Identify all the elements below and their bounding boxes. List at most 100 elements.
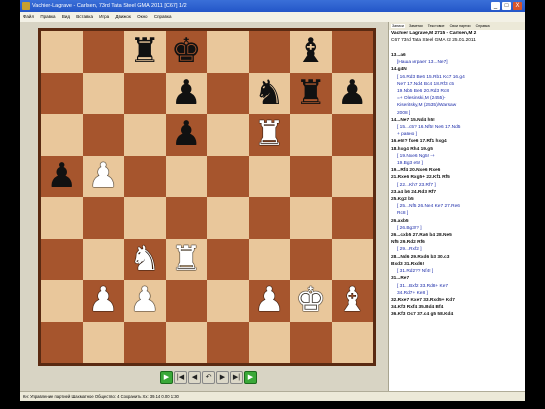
white-pawn-icon[interactable]: ♟ [124, 280, 166, 322]
variation-line[interactable]: [ 22...Kh7 23.Rf7 ] [391, 182, 525, 189]
square-b7[interactable] [82, 72, 124, 114]
black-pawn-icon[interactable]: ♟ [166, 73, 208, 115]
move-line[interactable]: 18.hxg4 Rh4 19.g5 [391, 146, 525, 153]
last-icon[interactable]: ▶| [230, 371, 243, 384]
variation-line[interactable]: + равно ] [391, 131, 525, 138]
square-c4[interactable] [124, 197, 166, 239]
move-line[interactable]: 13...a6 [391, 52, 525, 59]
variation-line[interactable]: [ 26.Bg3!? ] [391, 225, 525, 232]
move-line[interactable]: Bxd3 31.Rxd6! [391, 261, 525, 268]
menu-edit[interactable]: Правка [40, 14, 55, 19]
white-pawn-icon[interactable]: ♟ [83, 280, 125, 322]
square-d2[interactable] [165, 280, 207, 322]
square-h6[interactable] [331, 114, 373, 156]
square-g1[interactable] [290, 321, 332, 363]
move-line[interactable]: 34.Kf3 Rxf4 35.Bd4 Bf4 [391, 304, 525, 311]
menu-window[interactable]: Окно [137, 14, 147, 19]
maximize-button[interactable]: □ [502, 2, 511, 10]
move-list[interactable]: 13...a6 [Наша играет 13...Ne7] 14.g4N[ 16.… [391, 52, 525, 392]
square-b1[interactable] [82, 321, 124, 363]
square-e2[interactable] [207, 280, 249, 322]
variation-line[interactable]: [Наша играет 13...Ne7] [391, 59, 525, 66]
move-line[interactable]: 19...Rf4 20.Nxe6 Rxe6 [391, 167, 525, 174]
square-a2[interactable] [41, 280, 83, 322]
chess-board[interactable]: ♜ ♚ ♝ ♟ ♞ ♜ ♟ ♟ ♜ ♟ ♟ ♞ ♜ ♟ ♟ ♟ ♚ ♝ [38, 28, 376, 366]
square-h3[interactable] [331, 238, 373, 280]
square-a1[interactable] [41, 321, 83, 363]
variation-line[interactable]: 19.Bg3 e5! ] [391, 160, 525, 167]
variation-line[interactable]: [ 15...c5? 16.Nf5! Ne6 17.Nd5 [391, 124, 525, 131]
square-d5[interactable] [165, 155, 207, 197]
square-e1[interactable] [207, 321, 249, 363]
square-f3[interactable] [248, 238, 290, 280]
variation-line[interactable]: 2008 ] [391, 110, 525, 117]
square-e3[interactable] [207, 238, 249, 280]
square-c1[interactable] [124, 321, 166, 363]
black-rook-icon[interactable]: ♜ [290, 73, 332, 115]
prev-icon[interactable]: ◀ [188, 371, 201, 384]
menu-help[interactable]: Справка [154, 14, 172, 19]
tab-notes[interactable]: Заметки [408, 24, 424, 28]
play-end-icon[interactable]: ▶ [244, 371, 257, 384]
white-rook-icon[interactable]: ♜ [249, 114, 291, 156]
square-b6[interactable] [82, 114, 124, 156]
variation-line[interactable]: 34.Rd7+ Ke8 ] [391, 290, 525, 297]
square-b4[interactable] [82, 197, 124, 239]
variation-line[interactable]: [ 25...Nf5 26.Ne4 Ke7 27.Re6 [391, 203, 525, 210]
square-e4[interactable] [207, 197, 249, 239]
white-rook-icon[interactable]: ♜ [166, 239, 208, 281]
black-king-icon[interactable]: ♚ [166, 31, 208, 73]
square-a3[interactable] [41, 238, 83, 280]
square-e6[interactable] [207, 114, 249, 156]
variation-line[interactable]: [ 16.Rd3 Be6 15.Rb1 Kc7 16.g4 [391, 74, 525, 81]
black-pawn-icon[interactable]: ♟ [332, 73, 374, 115]
square-g6[interactable] [290, 114, 332, 156]
menu-engine[interactable]: Движок [115, 14, 130, 19]
square-g4[interactable] [290, 197, 332, 239]
square-c7[interactable] [124, 72, 166, 114]
square-a6[interactable] [41, 114, 83, 156]
move-line[interactable]: 26.axb5 [391, 218, 525, 225]
square-h1[interactable] [331, 321, 373, 363]
square-h4[interactable] [331, 197, 373, 239]
square-g3[interactable] [290, 238, 332, 280]
white-pawn-icon[interactable]: ♟ [83, 156, 125, 198]
white-bishop-icon[interactable]: ♝ [332, 280, 374, 322]
black-bishop-icon[interactable]: ♝ [290, 31, 332, 73]
square-c6[interactable] [124, 114, 166, 156]
tab-own-games[interactable]: Свои партии [449, 24, 472, 28]
square-e8[interactable] [207, 31, 249, 73]
black-rook-icon[interactable]: ♜ [124, 31, 166, 73]
square-a8[interactable] [41, 31, 83, 73]
square-c5[interactable] [124, 155, 166, 197]
play-icon[interactable]: ▶ [160, 371, 173, 384]
square-d1[interactable] [165, 321, 207, 363]
move-line[interactable]: 32.Rxe7 Kxe7 33.Rxd5+ Kd7 [391, 297, 525, 304]
variation-line[interactable]: [ 19.Nxe6 Ng5! -+ [391, 153, 525, 160]
square-b3[interactable] [82, 238, 124, 280]
black-knight-icon[interactable]: ♞ [249, 73, 291, 115]
square-e5[interactable] [207, 155, 249, 197]
move-line[interactable]: 31...Re7 [391, 275, 525, 282]
white-knight-icon[interactable]: ♞ [124, 239, 166, 281]
first-icon[interactable]: |◀ [174, 371, 187, 384]
variation-line[interactable]: Kiseritsky,M (2535)/Warsaw [391, 102, 525, 109]
move-line[interactable]: 25.Kg2 b5 [391, 196, 525, 203]
move-line[interactable]: 23.a4 b6 24.Rd3 Rf7 [391, 189, 525, 196]
undo-icon[interactable]: ↶ [202, 371, 215, 384]
square-d4[interactable] [165, 197, 207, 239]
square-f1[interactable] [248, 321, 290, 363]
variation-line[interactable]: 19.Nb5 Be6 20.Rd3 Rc8 [391, 88, 525, 95]
move-line[interactable]: 36.Kf3 Oc7 37.c4 g5 58.Kd4 [391, 311, 525, 318]
square-h8[interactable] [331, 31, 373, 73]
move-line[interactable]: Nf5 29.Rd2 Rf6 [391, 239, 525, 246]
tab-text[interactable]: Текстовое [427, 24, 446, 28]
menu-game[interactable]: Игра [99, 14, 109, 19]
square-e7[interactable] [207, 72, 249, 114]
square-f4[interactable] [248, 197, 290, 239]
variation-line[interactable]: =+ Olesinski,M (2455)- [391, 95, 525, 102]
move-line[interactable]: 14...Ne7 15.Nd4 h5! [391, 117, 525, 124]
variation-line[interactable]: Ne7 17.Nd4 Bc4 18.Rf3 c5 [391, 81, 525, 88]
square-a4[interactable] [41, 197, 83, 239]
square-f8[interactable] [248, 31, 290, 73]
